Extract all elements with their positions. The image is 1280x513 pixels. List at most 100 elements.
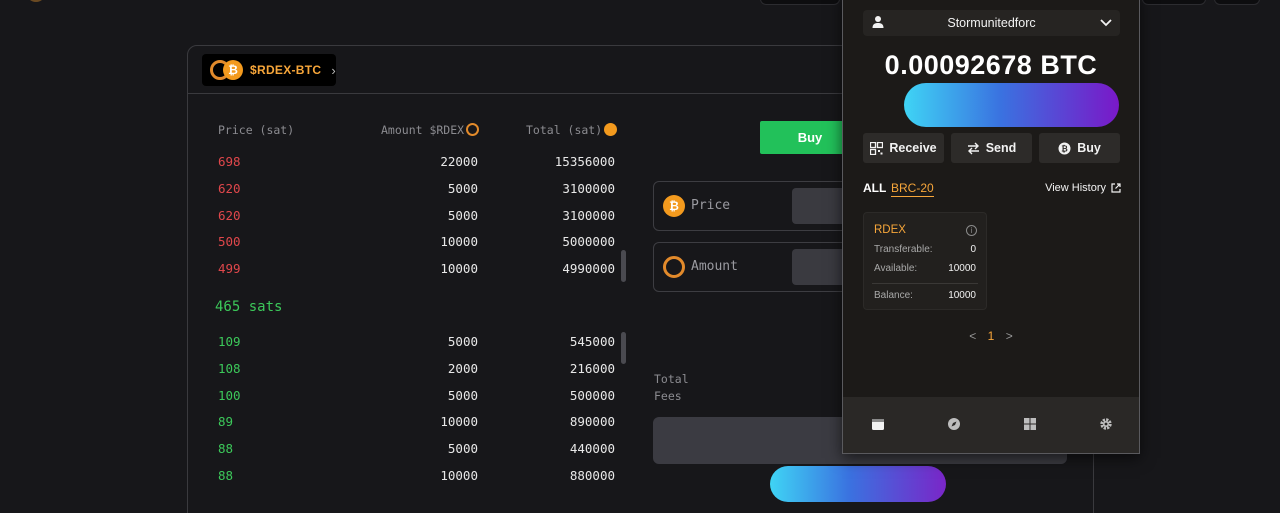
receive-button[interactable]: Receive (863, 133, 944, 163)
compass-icon[interactable] (947, 417, 961, 431)
ask-total: 3100000 (562, 181, 615, 196)
bids-scrollbar[interactable] (621, 332, 626, 364)
ask-row[interactable]: 499 10000 4990000 (188, 261, 628, 281)
chevron-right-icon: › (331, 62, 336, 78)
bid-amount: 5000 (447, 441, 478, 456)
balance-value: 10000 (948, 290, 976, 301)
bitcoin-icon: ₿ (1058, 142, 1071, 154)
ask-row[interactable]: 620 5000 3100000 (188, 181, 628, 201)
send-button[interactable]: Send (951, 133, 1032, 163)
transferable-value: 0 (970, 244, 976, 255)
ask-amount: 5000 (447, 181, 478, 196)
pair-label: $RDEX-BTC (250, 63, 322, 77)
bid-total: 890000 (569, 414, 615, 429)
price-label: Price (691, 198, 731, 213)
bid-row[interactable]: 89 10000 890000 (188, 414, 628, 434)
qr-code-icon (870, 141, 884, 155)
rdex-coin-icon (466, 123, 480, 136)
top-nav-button[interactable] (760, 0, 840, 5)
gradient-overlay (770, 466, 946, 502)
ask-total: 5000000 (562, 234, 615, 249)
gradient-overlay (904, 83, 1119, 127)
chevron-down-icon (1100, 19, 1112, 27)
buy-button[interactable]: ₿ Buy (1039, 133, 1120, 163)
btc-coin-icon: ₿ (663, 195, 685, 217)
top-nav-button[interactable] (1142, 0, 1206, 5)
view-history-label: View History (1045, 182, 1106, 194)
current-page[interactable]: 1 (988, 329, 995, 343)
ask-price: 620 (218, 181, 241, 196)
tab-all[interactable]: ALL (863, 181, 886, 195)
bid-price: 89 (218, 414, 234, 429)
token-name: RDEX (874, 224, 906, 236)
svg-text:₿: ₿ (1061, 144, 1068, 153)
btc-balance: 0.00092678 BTC (884, 50, 1098, 80)
amount-label: Amount (691, 259, 738, 274)
bid-amount: 5000 (447, 334, 478, 349)
bid-amount: 10000 (440, 468, 478, 483)
swap-arrows-icon (967, 142, 979, 154)
fees-label: Fees (654, 389, 682, 403)
next-page-button[interactable]: > (1006, 329, 1013, 343)
available-value: 10000 (948, 263, 976, 274)
ask-row[interactable]: 500 10000 5000000 (188, 234, 628, 254)
ask-total: 3100000 (562, 208, 615, 223)
info-icon[interactable]: i (966, 225, 977, 236)
wallet-icon[interactable] (871, 417, 885, 431)
pair-icons: ₿ (210, 60, 244, 80)
btc-coin-icon (604, 123, 618, 136)
asks-scrollbar[interactable] (621, 250, 626, 282)
prev-page-button[interactable]: < (969, 329, 976, 343)
header-amount-label: Amount $RDEX (381, 123, 465, 137)
mid-price: 465 sats (215, 299, 283, 315)
ask-row[interactable]: 620 5000 3100000 (188, 208, 628, 228)
ask-row[interactable]: 698 22000 15356000 (188, 154, 628, 174)
bid-total: 545000 (569, 334, 615, 349)
bid-amount: 2000 (447, 361, 478, 376)
bid-price: 88 (218, 441, 234, 456)
ask-amount: 10000 (440, 234, 478, 249)
bid-row[interactable]: 108 2000 216000 (188, 361, 628, 381)
token-card[interactable]: RDEX i Transferable: 0 Available: 10000 … (863, 212, 987, 310)
top-logo (26, 0, 46, 2)
bid-total: 500000 (569, 388, 615, 403)
view-history-link[interactable]: View History (1045, 182, 1121, 194)
bid-row[interactable]: 88 5000 440000 (188, 441, 628, 461)
transferable-label: Transferable: (874, 244, 933, 255)
wallet-popup: Stormunitedforc 0.00092678 BTC Receive S… (842, 0, 1140, 454)
asset-tabs: ALL BRC-20 (863, 181, 934, 197)
rdex-coin-icon (663, 256, 685, 278)
bid-price: 100 (218, 388, 241, 403)
bid-amount: 10000 (440, 414, 478, 429)
top-nav-button[interactable] (1214, 0, 1260, 5)
bid-row[interactable]: 100 5000 500000 (188, 388, 628, 408)
pair-selector[interactable]: ₿ $RDEX-BTC › (202, 54, 336, 86)
settings-gear-icon[interactable] (1099, 417, 1113, 431)
tab-brc20[interactable]: BRC-20 (891, 181, 934, 197)
available-label: Available: (874, 263, 918, 274)
ask-amount: 10000 (440, 261, 478, 276)
ask-price: 698 (218, 154, 241, 169)
send-label: Send (985, 141, 1017, 155)
bid-total: 880000 (569, 468, 615, 483)
btc-coin-icon: ₿ (223, 60, 243, 80)
ask-total: 4990000 (562, 261, 615, 276)
header-total: Total (sat) (526, 123, 618, 137)
bid-total: 216000 (569, 361, 615, 376)
wallet-actions: Receive Send ₿ Buy (863, 133, 1121, 163)
pagination: < 1 > (843, 329, 1139, 343)
total-label: Total (654, 372, 689, 386)
bid-row[interactable]: 109 5000 545000 (188, 334, 628, 354)
header-total-label: Total (sat) (526, 123, 603, 137)
ask-amount: 5000 (447, 208, 478, 223)
divider (872, 283, 978, 284)
bid-total: 440000 (569, 441, 615, 456)
account-selector[interactable]: Stormunitedforc (863, 10, 1120, 36)
bid-price: 108 (218, 361, 241, 376)
header-price: Price (sat) (218, 123, 295, 137)
balance-label: Balance: (874, 290, 913, 301)
ask-total: 15356000 (554, 154, 615, 169)
buy-label: Buy (1077, 141, 1101, 155)
bid-row[interactable]: 88 10000 880000 (188, 468, 628, 488)
apps-grid-icon[interactable] (1023, 417, 1037, 431)
